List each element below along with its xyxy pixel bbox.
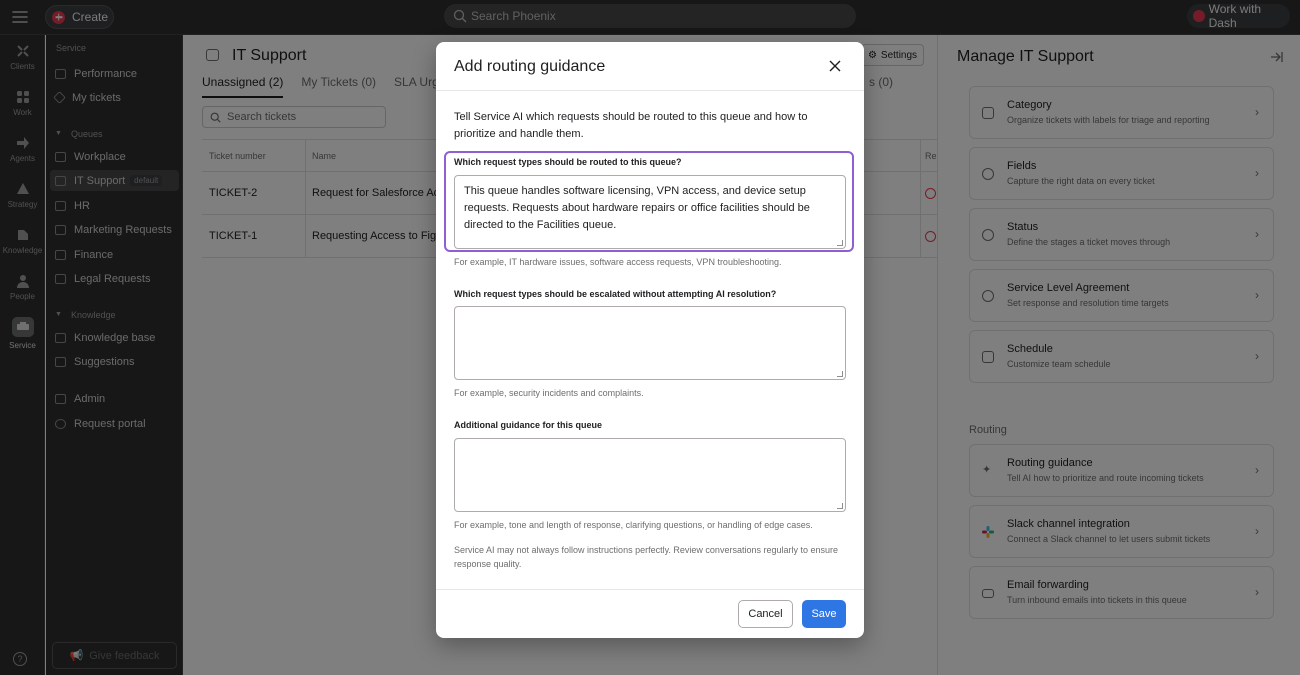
modal-footer: Cancel Save	[436, 589, 864, 638]
cancel-button[interactable]: Cancel	[738, 600, 793, 628]
close-icon[interactable]	[828, 59, 842, 73]
modal-title: Add routing guidance	[454, 58, 606, 75]
routing-types-field[interactable]: This queue handles software licensing, V…	[454, 175, 846, 249]
escalation-types-label: Which request types should be escalated …	[454, 289, 777, 299]
routing-guidance-modal: Add routing guidance Tell Service AI whi…	[436, 42, 864, 638]
routing-types-hint: For example, IT hardware issues, softwar…	[454, 257, 782, 267]
app: Create Search Phoenix Work with Dash Cli…	[0, 0, 1300, 675]
modal-intro: Tell Service AI which requests should be…	[454, 111, 808, 140]
ai-disclaimer: Service AI may not always follow instruc…	[454, 545, 838, 569]
escalation-types-hint: For example, security incidents and comp…	[454, 388, 644, 398]
additional-guidance-hint: For example, tone and length of response…	[454, 520, 813, 530]
modal-header: Add routing guidance	[436, 42, 864, 91]
routing-types-label: Which request types should be routed to …	[454, 157, 682, 167]
escalation-types-field[interactable]	[454, 306, 846, 380]
additional-guidance-field[interactable]	[454, 438, 846, 512]
save-button[interactable]: Save	[802, 600, 846, 628]
additional-guidance-label: Additional guidance for this queue	[454, 420, 603, 430]
